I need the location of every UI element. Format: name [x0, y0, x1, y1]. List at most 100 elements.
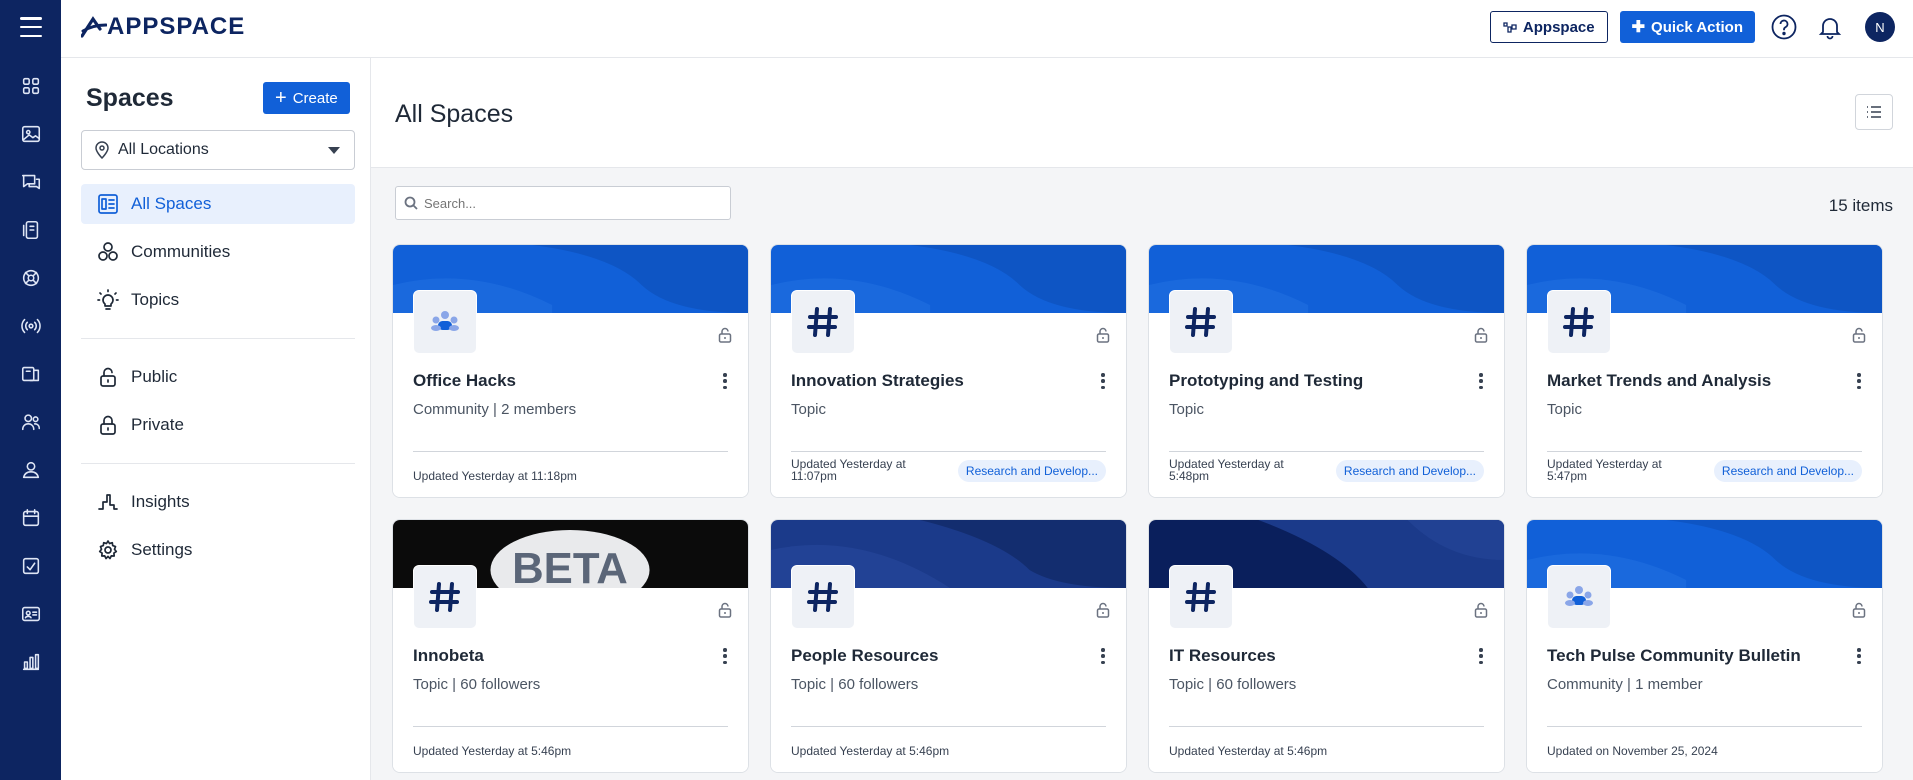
- card-meta: Topic | 60 followers: [1169, 676, 1297, 693]
- unlock-icon: [718, 602, 732, 618]
- rail-media-icon[interactable]: [0, 110, 61, 158]
- sidebar-divider: [81, 463, 355, 464]
- rail-people-icon[interactable]: [0, 398, 61, 446]
- app-rail: [0, 0, 61, 780]
- hashtag-icon: [807, 307, 838, 337]
- space-card[interactable]: Tech Pulse Community Bulletin Community |…: [1526, 519, 1883, 773]
- card-title[interactable]: Innovation Strategies: [791, 371, 964, 391]
- space-card[interactable]: IT Resources Topic | 60 followers Updated …: [1148, 519, 1505, 773]
- card-meta: Topic | 60 followers: [413, 676, 541, 693]
- sidebar-item-private[interactable]: Private: [81, 405, 355, 445]
- hashtag-icon: [1185, 582, 1216, 612]
- card-updated: Updated Yesterday at 5:47pm: [1547, 457, 1662, 483]
- create-button[interactable]: + Create: [263, 82, 350, 114]
- space-card[interactable]: Market Trends and Analysis Topic Updated Y…: [1526, 244, 1883, 498]
- more-options-icon[interactable]: [722, 648, 728, 664]
- sidebar-item-label: All Spaces: [131, 194, 212, 213]
- card-divider: [1169, 726, 1484, 727]
- sidebar-item-label: Insights: [131, 492, 190, 511]
- quick-action-button[interactable]: ✚ Quick Action: [1619, 11, 1755, 43]
- top-bar: APPSPACE Appspace ✚ Quick Action N: [61, 0, 1913, 58]
- search-input[interactable]: [424, 195, 724, 211]
- more-options-icon[interactable]: [1100, 648, 1106, 664]
- space-thumbnail: [413, 565, 477, 629]
- unlock-icon: [718, 327, 732, 343]
- sidebar-item-settings[interactable]: Settings: [81, 530, 355, 570]
- bell-icon[interactable]: [1813, 10, 1847, 44]
- rail-visitor-icon[interactable]: [0, 446, 61, 494]
- card-updated: Updated Yesterday at 5:46pm: [791, 744, 950, 758]
- card-title[interactable]: Tech Pulse Community Bulletin: [1547, 646, 1801, 666]
- card-title[interactable]: Office Hacks: [413, 371, 516, 391]
- community-group-icon: [431, 311, 459, 331]
- more-options-icon[interactable]: [1856, 373, 1862, 389]
- rail-calendar-icon[interactable]: [0, 494, 61, 542]
- more-options-icon[interactable]: [1100, 373, 1106, 389]
- space-card[interactable]: People Resources Topic | 60 followers Upda…: [770, 519, 1127, 773]
- rail-id-card-icon[interactable]: [0, 590, 61, 638]
- quick-action-label: Quick Action: [1651, 18, 1743, 36]
- card-divider: [413, 726, 728, 727]
- appspace-button[interactable]: Appspace: [1489, 11, 1608, 43]
- hashtag-icon: [429, 582, 460, 612]
- card-tag[interactable]: Research and Develop...: [957, 460, 1106, 482]
- scrollbar[interactable]: [1905, 244, 1913, 780]
- card-meta: Topic: [1169, 401, 1205, 418]
- card-title[interactable]: Prototyping and Testing: [1169, 371, 1363, 391]
- space-thumbnail: [413, 290, 477, 354]
- search-box: [395, 186, 731, 220]
- unlock-icon: [1474, 602, 1488, 618]
- card-tag[interactable]: Research and Develop...: [1713, 460, 1862, 482]
- rail-analytics-icon[interactable]: [0, 638, 61, 686]
- card-updated: Updated Yesterday at 5:46pm: [1169, 744, 1328, 758]
- card-tag[interactable]: Research and Develop...: [1335, 460, 1484, 482]
- card-title[interactable]: Market Trends and Analysis: [1547, 371, 1771, 391]
- list-view-toggle[interactable]: [1855, 94, 1893, 130]
- sidebar-item-public[interactable]: Public: [81, 357, 355, 397]
- location-select[interactable]: All Locations: [81, 130, 355, 170]
- sidebar-item-topics[interactable]: Topics: [81, 280, 355, 320]
- sidebar-item-all-spaces[interactable]: All Spaces: [81, 184, 355, 224]
- rail-dashboard-icon[interactable]: [0, 62, 61, 110]
- rail-checklist-icon[interactable]: [0, 542, 61, 590]
- space-thumbnail: [791, 565, 855, 629]
- card-title[interactable]: IT Resources: [1169, 646, 1276, 666]
- sidebar-item-insights[interactable]: Insights: [81, 482, 355, 522]
- community-group-icon: [1565, 586, 1593, 606]
- unlock-icon: [97, 366, 119, 388]
- rail-devices-icon[interactable]: [0, 206, 61, 254]
- space-card[interactable]: Office Hacks Community | 2 members Updated…: [392, 244, 749, 498]
- hamburger-menu-icon[interactable]: [19, 17, 42, 37]
- more-options-icon[interactable]: [722, 373, 728, 389]
- rail-support-icon[interactable]: [0, 254, 61, 302]
- user-avatar[interactable]: N: [1865, 12, 1895, 42]
- more-options-icon[interactable]: [1856, 648, 1862, 664]
- space-card[interactable]: Innovation Strategies Topic Updated Yester…: [770, 244, 1127, 498]
- appspace-logo-icon: [81, 16, 107, 38]
- rail-broadcast-icon[interactable]: [0, 302, 61, 350]
- insights-icon: [97, 491, 119, 513]
- sidebar-item-communities[interactable]: Communities: [81, 232, 355, 272]
- card-title[interactable]: People Resources: [791, 646, 938, 666]
- rail-books-icon[interactable]: [0, 350, 61, 398]
- card-title[interactable]: Innobeta: [413, 646, 484, 666]
- unlock-icon: [1096, 602, 1110, 618]
- more-options-icon[interactable]: [1478, 373, 1484, 389]
- spaces-sidebar: Spaces + Create All Locations All Spaces…: [61, 58, 371, 780]
- page-title: All Spaces: [395, 100, 514, 128]
- card-meta: Community | 2 members: [413, 401, 577, 418]
- location-select-value: All Locations: [118, 141, 209, 158]
- list-icon: [1867, 106, 1881, 118]
- card-divider: [413, 451, 728, 452]
- rail-messages-icon[interactable]: [0, 158, 61, 206]
- appspace-button-icon: [1503, 22, 1517, 33]
- help-icon[interactable]: [1767, 10, 1801, 44]
- space-card[interactable]: BETA Innobeta Topic | 60 followers Updated …: [392, 519, 749, 773]
- card-divider: [791, 726, 1106, 727]
- card-updated: Updated on November 25, 2024: [1547, 744, 1718, 758]
- appspace-logo[interactable]: APPSPACE: [81, 13, 245, 40]
- space-card[interactable]: Prototyping and Testing Topic Updated Yest…: [1148, 244, 1505, 498]
- card-meta: Topic | 60 followers: [791, 676, 919, 693]
- more-options-icon[interactable]: [1478, 648, 1484, 664]
- card-divider: [1169, 451, 1484, 452]
